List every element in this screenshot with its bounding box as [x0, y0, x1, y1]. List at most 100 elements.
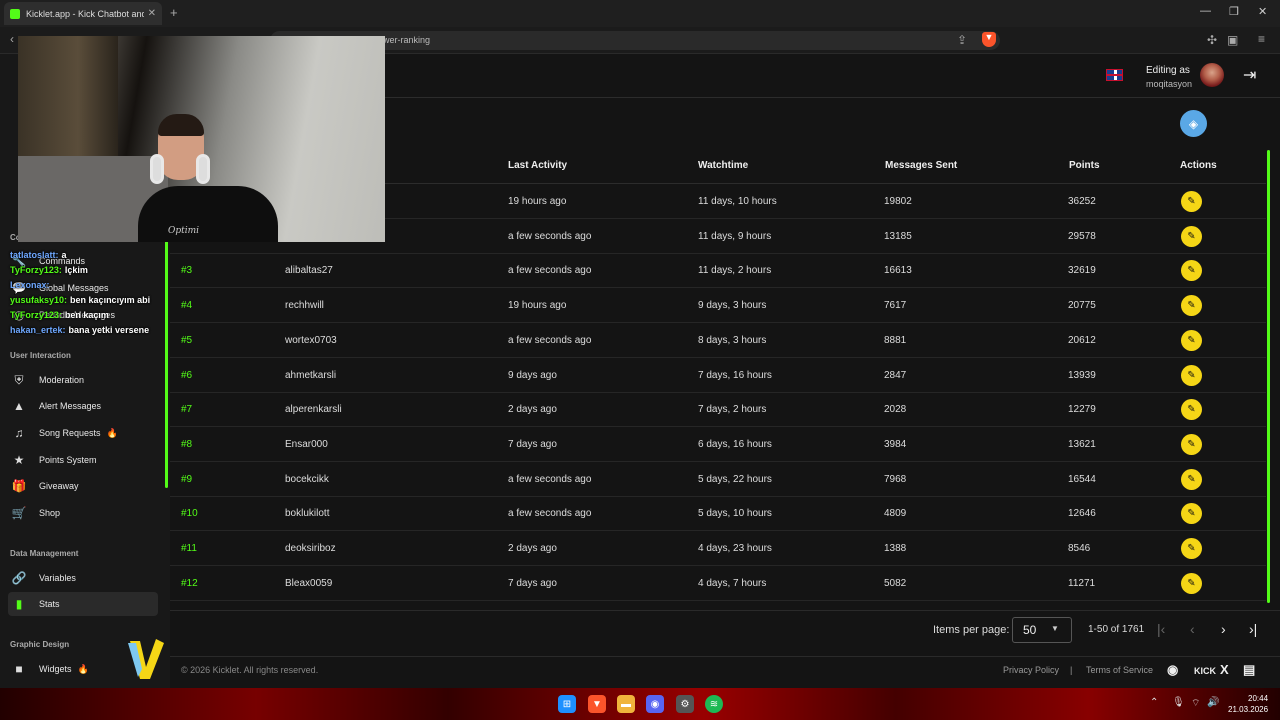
tray-chevron-icon[interactable]: ⌃: [1150, 697, 1158, 708]
edit-pencil-icon[interactable]: ✎: [1181, 260, 1202, 281]
rank-cell: #12: [181, 578, 198, 589]
sidebar-item-giveaway[interactable]: 🎁 Giveaway: [8, 474, 158, 498]
terms-of-service-link[interactable]: Terms of Service: [1086, 665, 1153, 675]
headphone-left-icon: [150, 154, 164, 184]
sidebar-item-points-system[interactable]: ★ Points System: [8, 448, 158, 472]
edit-pencil-icon[interactable]: ✎: [1181, 434, 1202, 455]
wallet-icon[interactable]: ▣: [1227, 33, 1238, 47]
previous-page-icon[interactable]: ‹: [1190, 621, 1195, 637]
headphone-right-icon: [196, 154, 210, 184]
column-header-last-activity[interactable]: Last Activity: [508, 160, 567, 171]
last-activity-cell: 2 days ago: [508, 404, 557, 415]
document-icon[interactable]: ▤: [1243, 662, 1255, 678]
brave-shield-icon[interactable]: ▼: [982, 32, 996, 47]
webcam-overlay: Optimi: [18, 36, 385, 242]
eraser-button[interactable]: ◈: [1180, 110, 1207, 137]
close-window-icon[interactable]: ✕: [1258, 5, 1267, 18]
new-tab-button[interactable]: +: [170, 5, 178, 20]
logout-icon[interactable]: ⇥: [1243, 65, 1256, 85]
x-link[interactable]: X: [1220, 662, 1229, 677]
username-cell: rechhwill: [285, 300, 324, 311]
avatar[interactable]: [1200, 63, 1224, 87]
points-cell: 12279: [1068, 404, 1096, 415]
edit-pencil-icon[interactable]: ✎: [1181, 191, 1202, 212]
privacy-policy-link[interactable]: Privacy Policy: [1003, 665, 1059, 675]
last-activity-cell: a few seconds ago: [508, 231, 592, 242]
column-header-points[interactable]: Points: [1069, 160, 1100, 171]
video-icon: ■: [15, 662, 23, 676]
table-row: #9 bocekcikk a few seconds ago 5 days, 22 h…: [170, 462, 1266, 497]
next-page-icon[interactable]: ›: [1221, 621, 1226, 637]
alert-icon: ▲: [13, 399, 25, 413]
discord-icon[interactable]: ◉: [1167, 662, 1178, 678]
watchtime-cell: 11 days, 9 hours: [698, 231, 772, 242]
last-activity-cell: a few seconds ago: [508, 335, 592, 346]
sidebar-item-variables[interactable]: 🔗 Variables: [8, 566, 158, 590]
discord-app-icon[interactable]: ◉: [646, 695, 664, 713]
chat-username: tatlatoslatt:: [10, 250, 59, 260]
column-header-messages-sent[interactable]: Messages Sent: [885, 160, 957, 171]
browser-tab-bar: [0, 0, 1280, 27]
edit-pencil-icon[interactable]: ✎: [1181, 538, 1202, 559]
tab-close-icon[interactable]: ✕: [148, 8, 156, 19]
fire-badge-icon: 🔥: [106, 427, 118, 438]
chat-text: Içkim: [64, 265, 88, 275]
edit-pencil-icon[interactable]: ✎: [1181, 503, 1202, 524]
brave-browser-icon[interactable]: ▼: [588, 695, 606, 713]
messages-cell: 3984: [884, 439, 907, 450]
username-cell: wortex0703: [285, 335, 337, 346]
microphone-icon[interactable]: 🎙: [1172, 697, 1185, 708]
messages-cell: 2847: [884, 370, 907, 381]
browser-tab[interactable]: Kicklet.app - Kick Chatbot and C ✕: [4, 2, 162, 25]
username-cell: Ensar000: [285, 439, 328, 450]
minimize-icon[interactable]: —: [1200, 5, 1211, 17]
back-icon[interactable]: ‹: [10, 32, 14, 46]
wifi-icon[interactable]: ⌔: [1191, 697, 1200, 710]
edit-pencil-icon[interactable]: ✎: [1181, 399, 1202, 420]
menu-icon[interactable]: ≡: [1258, 32, 1265, 46]
sidebar-item-song-requests[interactable]: ♫ Song Requests 🔥: [8, 421, 158, 445]
edit-pencil-icon[interactable]: ✎: [1181, 573, 1202, 594]
first-page-icon[interactable]: |‹: [1157, 621, 1165, 637]
tab-title: Kicklet.app - Kick Chatbot and C: [26, 8, 144, 19]
sidebar-item-shop[interactable]: 🛒 Shop: [8, 501, 158, 525]
last-page-icon[interactable]: ›|: [1249, 621, 1257, 637]
rank-cell: #6: [181, 370, 193, 381]
edit-pencil-icon[interactable]: ✎: [1181, 295, 1202, 316]
username-cell: ahmetkarsli: [285, 370, 337, 381]
taskbar-clock[interactable]: 20:44 21.03.2026: [1228, 693, 1268, 715]
chat-message: yusufaksy10: ben kaçıncıyım abi: [10, 295, 240, 305]
music-icon: ♫: [14, 426, 24, 440]
bar-chart-icon: ▮: [15, 597, 23, 611]
watchtime-cell: 9 days, 3 hours: [698, 300, 767, 311]
windows-start-icon[interactable]: ⊞: [558, 695, 576, 713]
maximize-icon[interactable]: ❐: [1229, 5, 1239, 18]
file-explorer-icon[interactable]: ▬: [617, 695, 635, 713]
uk-flag-icon[interactable]: [1106, 69, 1123, 81]
webcam-person-body: [138, 186, 278, 242]
volume-icon[interactable]: 🔊: [1207, 697, 1219, 708]
sidebar-item-moderation[interactable]: ⛨ Moderation: [8, 368, 158, 392]
windows-taskbar: [0, 688, 1280, 720]
column-header-watchtime[interactable]: Watchtime: [698, 160, 748, 171]
edit-pencil-icon[interactable]: ✎: [1181, 330, 1202, 351]
watchtime-cell: 6 days, 16 hours: [698, 439, 772, 450]
share-icon[interactable]: ⇪: [957, 33, 967, 47]
sidebar-item-alert-messages[interactable]: ▲ Alert Messages: [8, 394, 158, 418]
spotify-icon[interactable]: ≋: [705, 695, 723, 713]
edit-pencil-icon[interactable]: ✎: [1181, 469, 1202, 490]
sidebar-section-user-interaction: User Interaction: [10, 351, 71, 360]
rank-cell: #7: [181, 404, 193, 415]
items-per-page-select[interactable]: 50: [1012, 617, 1072, 643]
table-scrollbar[interactable]: [1267, 150, 1270, 603]
last-activity-cell: a few seconds ago: [508, 474, 592, 485]
last-activity-cell: 2 days ago: [508, 543, 557, 554]
kick-link[interactable]: KICK: [1194, 666, 1216, 676]
settings-app-icon[interactable]: ⚙: [676, 695, 694, 713]
points-cell: 13939: [1068, 370, 1096, 381]
extensions-icon[interactable]: ✣: [1207, 33, 1217, 47]
sidebar-item-stats[interactable]: ▮ Stats: [8, 592, 158, 616]
edit-pencil-icon[interactable]: ✎: [1181, 226, 1202, 247]
star-icon: ★: [13, 453, 25, 467]
edit-pencil-icon[interactable]: ✎: [1181, 365, 1202, 386]
